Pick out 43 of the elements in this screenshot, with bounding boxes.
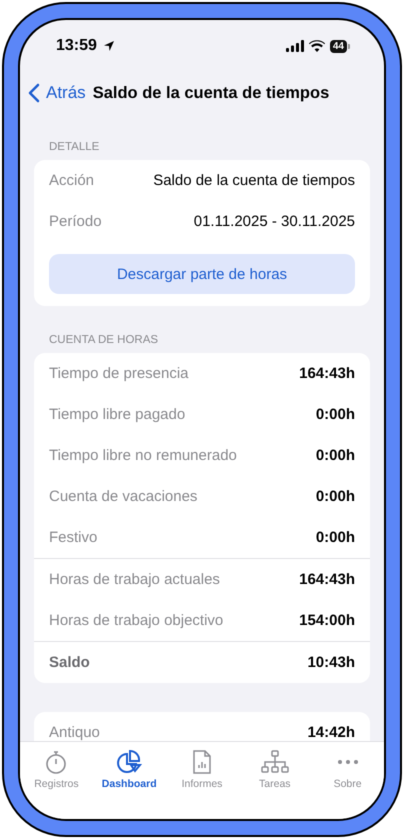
wifi-icon [308, 40, 325, 52]
row-value: 14:42h [307, 724, 355, 741]
report-icon [192, 750, 212, 774]
row-value: 154:00h [299, 612, 355, 629]
row-label: Horas de trabajo actuales [49, 571, 220, 588]
row-label: Antiquo [49, 724, 100, 741]
section-header: CUENTA DE HORAS [48, 333, 160, 347]
tab-item[interactable]: Registros [20, 750, 93, 819]
row-label: Horas de trabajo objectivo [49, 612, 224, 629]
pie-chart-icon [116, 750, 142, 774]
tab-item[interactable]: Dashboard [92, 750, 166, 819]
section-header: DETALLE [48, 140, 100, 154]
row-label: Período [49, 213, 102, 230]
battery-level: 44 [330, 40, 347, 52]
row-value: 164:43h [299, 365, 355, 382]
hierarchy-icon [260, 750, 290, 774]
row-label: Tiempo de presencia [49, 365, 189, 382]
row-label: Tiempo libre no remunerado [49, 447, 237, 464]
row-value: 164:43h [299, 571, 355, 588]
row-value: 0:00h [316, 406, 355, 423]
signal-icon [286, 40, 304, 52]
tab-item[interactable]: Sobre [311, 750, 384, 819]
row-label: Saldo [49, 654, 90, 671]
row-value: 0:00h [316, 529, 355, 546]
download-button[interactable]: Descargar parte de horas [49, 254, 355, 294]
row-value: 0:00h [316, 488, 355, 505]
tab-item[interactable]: Informes [166, 750, 238, 819]
stopwatch-icon [45, 750, 68, 774]
row-label: Tiempo libre pagado [49, 406, 186, 423]
row-label: Festivo [49, 529, 98, 546]
row-label: Cuenta de vacaciones [49, 488, 198, 505]
more-icon [336, 760, 359, 764]
row-value: 01.11.2025 - 30.11.2025 [194, 213, 355, 230]
back-link[interactable]: Atrás [46, 83, 86, 103]
status-time: 13:59 [56, 37, 97, 55]
row-value: 0:00h [316, 447, 355, 464]
row-value: Saldo de la cuenta de tiempos [153, 172, 355, 189]
row-value: 10:43h [307, 654, 355, 671]
tab-item[interactable]: Tareas [238, 750, 312, 819]
row-label: Acción [49, 172, 94, 189]
location-arrow-icon [102, 40, 115, 52]
back-chevron-icon[interactable] [28, 83, 40, 103]
page-title: Saldo de la cuenta de tiempos [92, 84, 330, 102]
